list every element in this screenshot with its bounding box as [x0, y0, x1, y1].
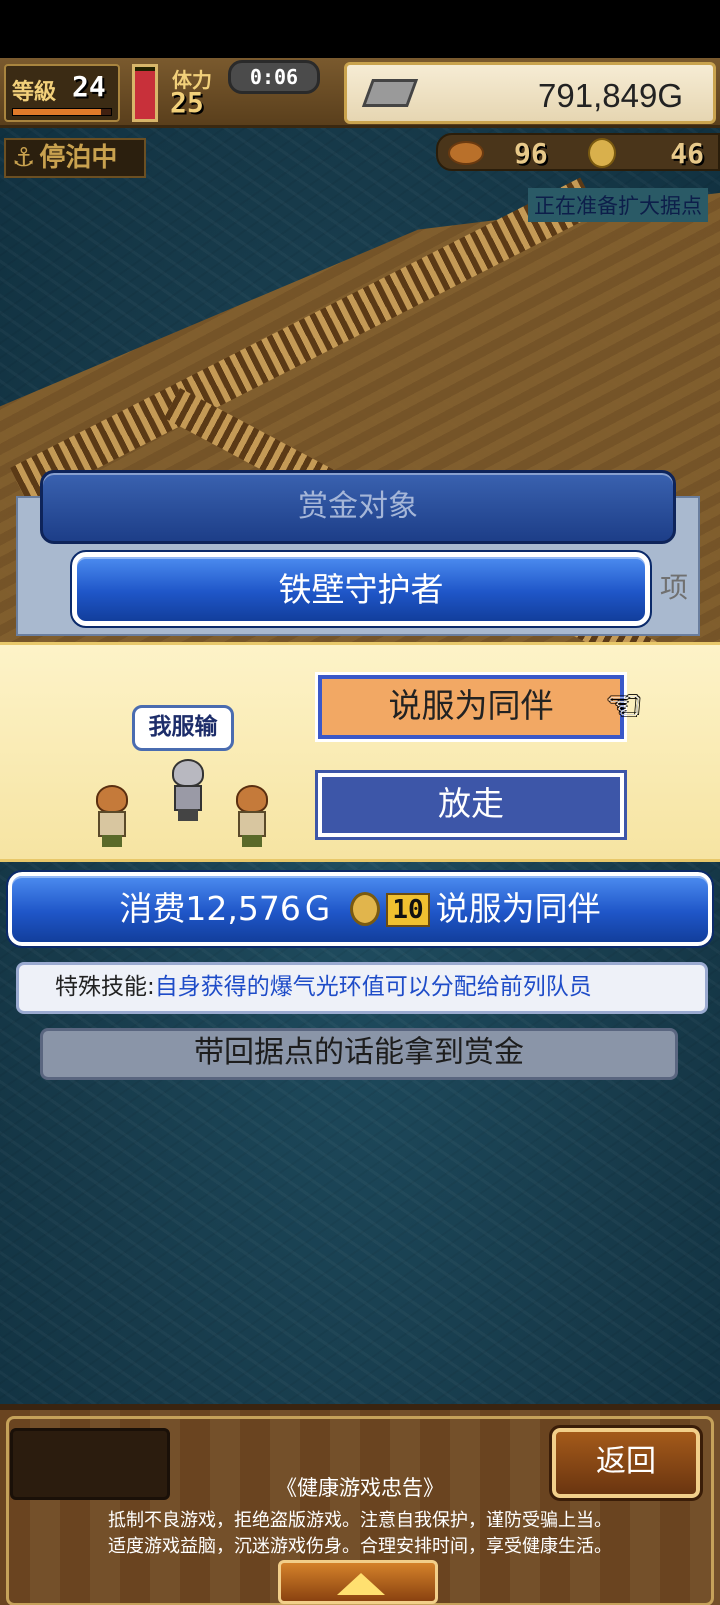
health-advisory-line: 抵制不良游戏，拒绝盗版游戏。注意自我保护，谨防受骗上当。: [108, 1510, 612, 1531]
food-value: 96: [514, 137, 548, 170]
status-bar-area: [0, 0, 720, 58]
bounty-note: 带回据点的话能拿到赏金: [40, 1028, 678, 1080]
stamina-gauge-fill: [135, 71, 155, 119]
medal-icon: [588, 138, 616, 168]
level-display: 等級 24: [4, 64, 120, 122]
gold-display: 791,849G: [344, 62, 716, 124]
medal-value: 46: [670, 137, 704, 170]
health-advisory-title: 《健康游戏忠告》: [276, 1476, 444, 1500]
status-message: 正在准备扩大据点: [528, 188, 708, 222]
release-button[interactable]: 放走: [315, 770, 627, 840]
anchor-status: ⚓ 停泊中: [4, 138, 146, 178]
medal-coin-icon: [350, 892, 381, 926]
knight-sprite: [164, 759, 212, 821]
up-arrow-icon: [337, 1573, 385, 1595]
stamina-gauge: [132, 64, 158, 122]
panel-partial-text: 项: [659, 571, 688, 604]
medal-cost: 10: [386, 893, 430, 927]
anchor-status-label: 停泊中: [39, 143, 118, 173]
recruit-button[interactable]: 说服为同伴: [315, 672, 627, 742]
level-progress-fill: [13, 109, 102, 115]
recruit-dialog: 我服输 说服为同伴 ☜ 放走: [0, 642, 720, 862]
gold-value: 791,849G: [538, 77, 683, 114]
level-value: 24: [72, 70, 106, 103]
health-advisory-line: 适度游戏益脑，沉迷游戏伤身。合理安排时间，享受健康生活。: [108, 1536, 612, 1557]
recruit-cost-label: 说服为同伴: [435, 889, 601, 928]
bounty-target-name: 铁壁守护者: [70, 550, 652, 628]
special-skill-bar: 特殊技能:自身获得的爆气光环值可以分配给前列队员: [16, 962, 708, 1014]
anchor-icon: ⚓: [12, 143, 36, 173]
speech-bubble: 我服输: [132, 705, 234, 751]
bounty-header: 赏金对象: [40, 470, 676, 544]
stamina-value: 25: [170, 86, 204, 119]
pointer-hand-icon: ☜: [606, 683, 642, 729]
food-icon: [448, 141, 484, 165]
skill-description: 自身获得的爆气光环值可以分配给前列队员: [154, 974, 592, 1000]
level-label: 等級: [12, 80, 57, 105]
bottom-bar: 返回 《健康游戏忠告》 抵制不良游戏，拒绝盗版游戏。注意自我保护，谨防受骗上当。…: [0, 1404, 720, 1605]
crew-sprite: [228, 785, 276, 847]
level-progress-bar: [12, 108, 112, 116]
crew-sprite: [88, 785, 136, 847]
skill-label: 特殊技能:: [55, 974, 155, 1000]
expand-menu-button[interactable]: [278, 1560, 438, 1604]
recruit-cost-text: 消费12,576Ｇ: [119, 889, 334, 928]
recruit-cost-button[interactable]: 消费12,576Ｇ 10 说服为同伴: [6, 870, 714, 948]
silver-bar-icon: [361, 79, 419, 107]
resource-bar: 96 46: [436, 133, 720, 171]
stamina-timer: 0:06: [228, 60, 320, 94]
top-hud: 等級 24 体力 25 0:06 791,849G: [0, 58, 720, 128]
